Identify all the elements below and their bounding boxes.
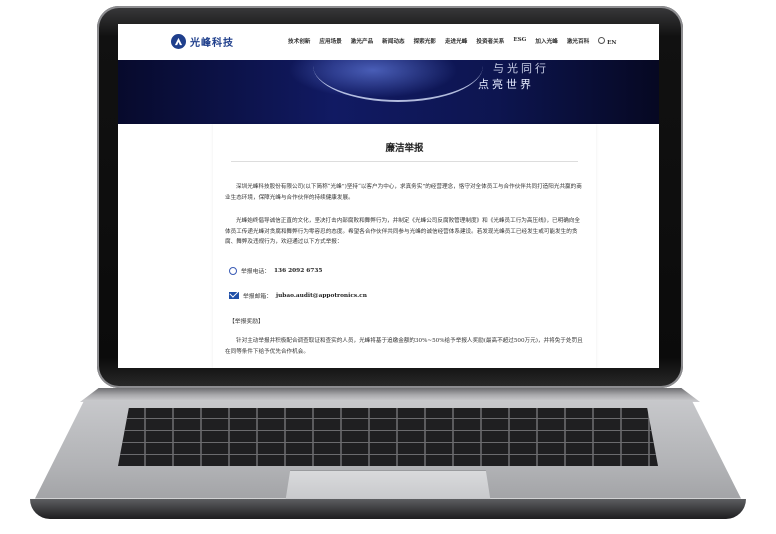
laptop-screen: 光峰科技 技术创新 应用场景 激光产品 新闻动态 探索光影 走进光峰 投资者关系… — [118, 24, 659, 368]
language-switch[interactable]: EN — [598, 37, 617, 46]
email-address[interactable]: jubao.audit@appotronics.cn — [276, 293, 367, 299]
nav-item-esg[interactable]: ESG — [513, 37, 526, 46]
light-arc-graphic — [313, 30, 483, 102]
laptop-hinge — [80, 388, 700, 402]
reward-heading: 【举报奖励】 — [229, 319, 264, 325]
article-card: 廉洁举报 深圳光峰科技股份有限公司(以下简称“光峰”)坚持“以客户为中心，求真务… — [213, 124, 596, 368]
hero-slogan-line2: 点亮世界 — [478, 78, 534, 91]
phone-icon — [229, 266, 237, 275]
nav-item-investors[interactable]: 投资者关系 — [476, 37, 504, 46]
nav-item-wiki[interactable]: 激光百科 — [567, 37, 589, 46]
intro-paragraph: 深圳光峰科技股份有限公司(以下简称“光峰”)坚持“以客户为中心，求真务实”的经营… — [225, 184, 582, 201]
policy-paragraph: 光峰始终倡导诚信正直的文化，坚决打击内部腐败和舞弊行为，并制定《光峰公司反腐败管… — [225, 218, 581, 245]
reward-paragraph: 针对主动举报并积极配合调查取证和查实的人员，光峰将基于追缴金额的30%~50%给… — [225, 338, 583, 355]
email-label: 举报邮箱： — [243, 294, 272, 300]
laptop-device: 光峰科技 技术创新 应用场景 激光产品 新闻动态 探索光影 走进光峰 投资者关系… — [0, 0, 776, 534]
site-logo[interactable]: 光峰科技 — [171, 34, 234, 49]
globe-icon — [598, 37, 606, 44]
logo-mark-icon — [171, 34, 186, 49]
nav-item-tech[interactable]: 技术创新 — [288, 37, 310, 46]
report-phone-row: 举报电话： 136 2092 6735 — [229, 266, 322, 275]
title-divider — [231, 161, 578, 162]
hero-banner: 与光同行 点亮世界 — [118, 60, 659, 124]
language-label: EN — [607, 40, 617, 46]
logo-text: 光峰科技 — [190, 38, 234, 49]
report-email-row: 举报邮箱： jubao.audit@appotronics.cn — [229, 291, 367, 300]
mail-icon — [229, 292, 239, 299]
laptop-front-edge — [30, 499, 746, 519]
nav-item-careers[interactable]: 加入光峰 — [535, 37, 557, 46]
hero-slogan-line1: 与光同行 — [493, 62, 549, 75]
keyboard-rows — [118, 408, 658, 466]
page-title: 廉洁举报 — [385, 143, 424, 154]
phone-number[interactable]: 136 2092 6735 — [274, 268, 322, 274]
phone-label: 举报电话： — [241, 269, 270, 275]
